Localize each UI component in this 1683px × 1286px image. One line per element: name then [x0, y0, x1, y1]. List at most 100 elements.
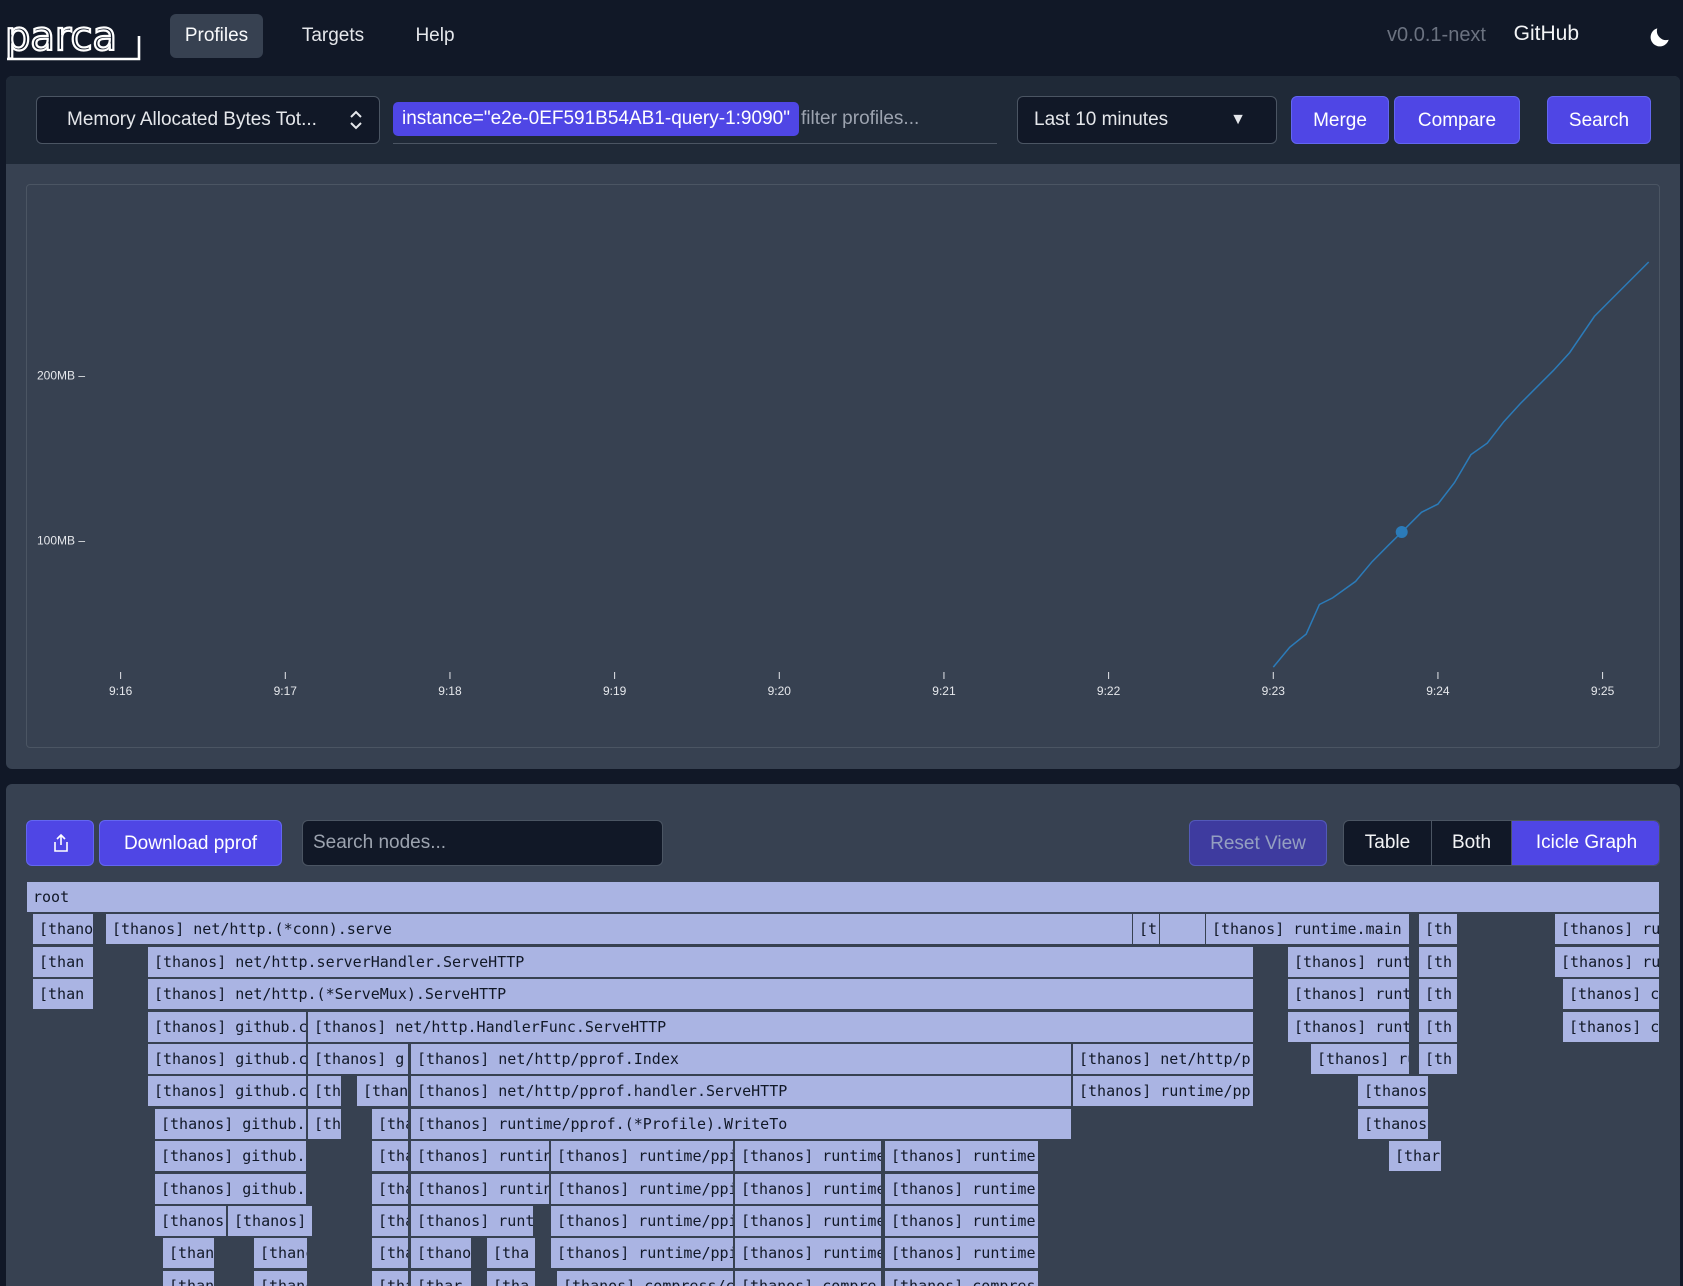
icicle-node[interactable]: [thanos] runt: [1310, 1043, 1410, 1075]
icicle-node[interactable]: [thanos] runtime: [734, 1237, 882, 1270]
icicle-node[interactable]: [thanos] github.c: [147, 1043, 307, 1075]
icicle-node[interactable]: [thanos]: [227, 1205, 313, 1237]
icicle-node[interactable]: [thanos] runtime: [1287, 945, 1410, 978]
icicle-node[interactable]: [thanos] runtime: [884, 1172, 1039, 1205]
share-button[interactable]: [26, 820, 94, 866]
merge-button[interactable]: Merge: [1291, 96, 1389, 144]
icicle-node[interactable]: [thanos] runtime: [1287, 978, 1410, 1011]
icicle-node[interactable]: [thanos]: [1357, 1107, 1429, 1140]
icicle-node[interactable]: [th: [1418, 913, 1458, 946]
icicle-node[interactable]: [th: [1418, 945, 1458, 978]
icicle-node[interactable]: [thanos] net/http/pprof.handler.ServeHTT…: [410, 1075, 1072, 1108]
icicle-node[interactable]: [thanos] runtime: [1287, 1010, 1410, 1043]
icicle-node[interactable]: [thanos] runtime: [884, 1140, 1039, 1173]
icicle-node[interactable]: [t: [1132, 913, 1160, 946]
icicle-node[interactable]: [thanos] g: [307, 1043, 409, 1075]
view-icicle-graph-button[interactable]: Icicle Graph: [1512, 821, 1659, 865]
search-button[interactable]: Search: [1547, 96, 1651, 144]
icicle-node[interactable]: [than: [32, 978, 94, 1011]
view-both-button[interactable]: Both: [1432, 821, 1512, 865]
nav-profiles[interactable]: Profiles: [170, 14, 263, 58]
icicle-node[interactable]: [thano: [32, 913, 94, 946]
icicle-node[interactable]: [thanos] net/http.HandlerFunc.ServeHTTP: [307, 1010, 1254, 1043]
download-pprof-button[interactable]: Download pprof: [99, 820, 282, 866]
icicle-node[interactable]: [thanos] com: [1562, 978, 1660, 1011]
icicle-node[interactable]: [thanos] runtime/pprof.(*Profile).WriteT…: [410, 1107, 1072, 1140]
icicle-node[interactable]: [tha: [486, 1237, 536, 1270]
icicle-node[interactable]: [thanos: [154, 1205, 227, 1237]
view-toggle-group: Table Both Icicle Graph: [1343, 820, 1660, 866]
icicle-node[interactable]: [thanos] github.c: [147, 1075, 307, 1108]
icicle-node[interactable]: [tha: [371, 1237, 409, 1270]
icicle-node[interactable]: [thanos] runtime: [1554, 913, 1660, 946]
icicle-node[interactable]: [thar: [1388, 1140, 1442, 1173]
icicle-node[interactable]: [thanos] runtime: [734, 1205, 882, 1237]
icicle-node[interactable]: [thanos] runtime.main: [1205, 913, 1410, 946]
icicle-node[interactable]: [thanos] runtin: [410, 1172, 550, 1205]
icicle-node[interactable]: [thanos] github.c: [147, 1010, 307, 1043]
icicle-node[interactable]: [thano: [410, 1237, 472, 1270]
icicle-node[interactable]: [thanos]: [1357, 1075, 1429, 1108]
icicle-node[interactable]: [thanos] runtime/pp: [1072, 1075, 1254, 1108]
icicle-node[interactable]: [thanos] runt: [410, 1205, 534, 1237]
x-tick-label: 9:22: [1097, 684, 1121, 698]
icicle-node[interactable]: [thanos] com: [1562, 1010, 1660, 1043]
icicle-node[interactable]: [thanos] runtime: [884, 1237, 1039, 1270]
compare-button[interactable]: Compare: [1394, 96, 1520, 144]
icicle-node[interactable]: root: [26, 881, 1660, 913]
metrics-chart-svg[interactable]: 9:16 9:17 9:18 9:19 9:20 9:21 9:22 9:23 9:24 9:25…: [27, 185, 1659, 747]
icicle-node[interactable]: [thanos] github.: [154, 1107, 307, 1140]
icicle-node[interactable]: [thanos] compress/c: [556, 1269, 734, 1286]
icicle-node[interactable]: [thanos] net/http/pprof.Index: [410, 1043, 1072, 1075]
parca-logo[interactable]: parca: [5, 14, 141, 62]
icicle-node[interactable]: [thanos] runtime/ppi: [550, 1140, 734, 1173]
icicle-node[interactable]: [thanos] compre: [734, 1269, 882, 1286]
icicle-node[interactable]: [thanos] net/http/p: [1072, 1043, 1254, 1075]
icicle-node[interactable]: [thanos] runtime: [734, 1140, 882, 1173]
icicle-node[interactable]: [thanos] runtime/ppi: [550, 1237, 734, 1270]
icicle-node[interactable]: [tha: [371, 1269, 409, 1286]
icicle-node[interactable]: [thanos] github.: [154, 1140, 307, 1173]
icicle-node[interactable]: [thanos] runtime: [734, 1172, 882, 1205]
matcher-input-area[interactable]: instance="e2e-0EF591B54AB1-query-1:9090": [393, 96, 997, 144]
icicle-node[interactable]: [thanc: [162, 1269, 215, 1286]
icicle-node[interactable]: [thanos] runtin: [410, 1140, 550, 1173]
icicle-node[interactable]: [thano: [356, 1075, 409, 1108]
filter-profiles-input[interactable]: [801, 102, 991, 136]
icicle-node[interactable]: [than: [32, 945, 94, 978]
icicle-node[interactable]: [thanos] github.: [154, 1172, 307, 1205]
icicle-node[interactable]: [tha: [371, 1205, 409, 1237]
icicle-node[interactable]: [thanos] runtime: [1554, 945, 1660, 978]
icicle-node[interactable]: [tha: [371, 1172, 409, 1205]
icicle-node[interactable]: [th: [307, 1075, 342, 1108]
icicle-node[interactable]: [th: [1418, 978, 1458, 1011]
icicle-node[interactable]: [tha: [371, 1107, 409, 1140]
icicle-node[interactable]: [tha: [486, 1269, 536, 1286]
icicle-node[interactable]: [th: [307, 1107, 342, 1140]
reset-view-button[interactable]: Reset View: [1189, 820, 1327, 866]
icicle-node[interactable]: [thanos] runtime: [884, 1205, 1039, 1237]
nav-targets[interactable]: Targets: [288, 14, 378, 58]
icicle-node[interactable]: [thanc: [253, 1237, 308, 1270]
icicle-node[interactable]: [thanc: [162, 1237, 215, 1270]
matcher-pill[interactable]: instance="e2e-0EF591B54AB1-query-1:9090": [393, 102, 799, 136]
icicle-node[interactable]: [thanos] net/http.(*ServeMux).ServeHTTP: [147, 978, 1254, 1011]
github-link[interactable]: GitHub: [1514, 22, 1579, 46]
icicle-node[interactable]: [tha: [371, 1140, 409, 1173]
icicle-node[interactable]: [thanos] net/http.serverHandler.ServeHTT…: [147, 945, 1254, 978]
time-range-select[interactable]: Last 10 minutes ▼: [1017, 96, 1277, 144]
icicle-node[interactable]: [thanos] runtime/ppi: [550, 1205, 734, 1237]
icicle-node[interactable]: [thanos] compres: [884, 1269, 1039, 1286]
icicle-node[interactable]: [th: [1418, 1043, 1458, 1075]
icicle-node[interactable]: [thar: [410, 1269, 472, 1286]
icicle-node[interactable]: [thanos] net/http.(*conn).serve: [105, 913, 1254, 946]
profile-type-select[interactable]: Memory Allocated Bytes Tot...: [36, 96, 380, 144]
nav-help[interactable]: Help: [405, 14, 465, 58]
metrics-chart[interactable]: 9:16 9:17 9:18 9:19 9:20 9:21 9:22 9:23 9:24 9:25…: [26, 184, 1660, 748]
search-nodes-input[interactable]: [302, 820, 663, 866]
icicle-node[interactable]: [thanc: [253, 1269, 308, 1286]
icicle-node[interactable]: [th: [1418, 1010, 1458, 1043]
moon-icon[interactable]: [1647, 24, 1673, 50]
icicle-node[interactable]: [thanos] runtime/ppi: [550, 1172, 734, 1205]
view-table-button[interactable]: Table: [1344, 821, 1432, 865]
